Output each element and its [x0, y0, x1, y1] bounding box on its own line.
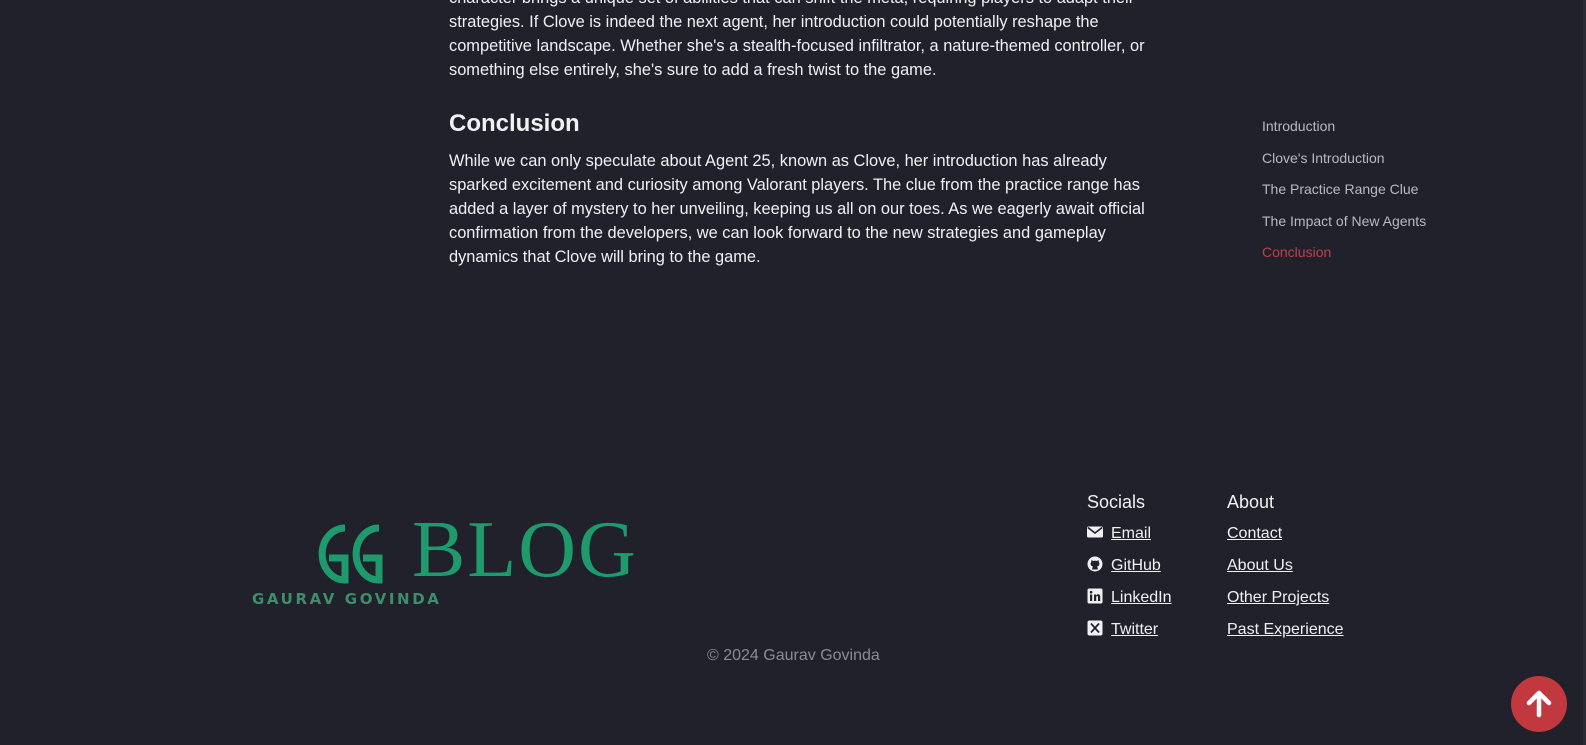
- past-experience-link[interactable]: Past Experience: [1227, 621, 1344, 638]
- social-item-github: GitHub: [1087, 554, 1172, 586]
- blog-post-page: character brings a unique set of abiliti…: [0, 0, 1586, 745]
- github-link[interactable]: GitHub: [1111, 557, 1161, 574]
- socials-column: Socials Email GitHub LinkedIn Twitter: [1087, 489, 1172, 650]
- toc-item-conclusion[interactable]: Conclusion: [1262, 240, 1426, 272]
- about-us-link[interactable]: About Us: [1227, 557, 1293, 574]
- table-of-contents: Introduction Clove's Introduction The Pr…: [1262, 114, 1426, 272]
- scroll-to-top-button[interactable]: [1511, 676, 1567, 732]
- email-link[interactable]: Email: [1111, 525, 1151, 542]
- social-item-linkedin: LinkedIn: [1087, 586, 1172, 618]
- gg-monogram-icon: [318, 524, 383, 584]
- article-paragraph: character brings a unique set of abiliti…: [449, 0, 1145, 79]
- contact-link[interactable]: Contact: [1227, 525, 1282, 542]
- about-column: About Contact About Us Other Projects Pa…: [1227, 489, 1344, 650]
- copyright-text: © 2024 Gaurav Govinda: [707, 647, 880, 664]
- linkedin-icon: [1087, 588, 1103, 604]
- conclusion-paragraph: While we can only speculate about Agent …: [449, 152, 1145, 266]
- socials-heading: Socials: [1087, 492, 1146, 512]
- other-projects-link[interactable]: Other Projects: [1227, 589, 1329, 606]
- linkedin-link[interactable]: LinkedIn: [1111, 589, 1172, 606]
- toc-item-introduction[interactable]: Introduction: [1262, 114, 1426, 146]
- social-item-email: Email: [1087, 522, 1172, 554]
- arrow-up-icon: [1526, 690, 1552, 718]
- github-icon: [1087, 556, 1103, 572]
- logo-title: BLOG: [412, 506, 638, 594]
- toc-item-cloves-introduction[interactable]: Clove's Introduction: [1262, 146, 1426, 178]
- conclusion-heading: Conclusion: [449, 110, 580, 137]
- social-item-twitter: Twitter: [1087, 618, 1172, 650]
- site-logo[interactable]: BLOG GAURAV GOVINDA: [252, 510, 642, 615]
- logo-subtitle: GAURAV GOVINDA: [252, 590, 442, 608]
- x-twitter-icon: [1087, 620, 1103, 636]
- toc-item-practice-range-clue[interactable]: The Practice Range Clue: [1262, 177, 1426, 209]
- twitter-link[interactable]: Twitter: [1111, 621, 1158, 638]
- article-body: character brings a unique set of abiliti…: [449, 0, 1169, 269]
- about-heading: About: [1227, 492, 1275, 512]
- envelope-icon: [1087, 526, 1103, 538]
- toc-item-impact-of-new-agents[interactable]: The Impact of New Agents: [1262, 209, 1426, 241]
